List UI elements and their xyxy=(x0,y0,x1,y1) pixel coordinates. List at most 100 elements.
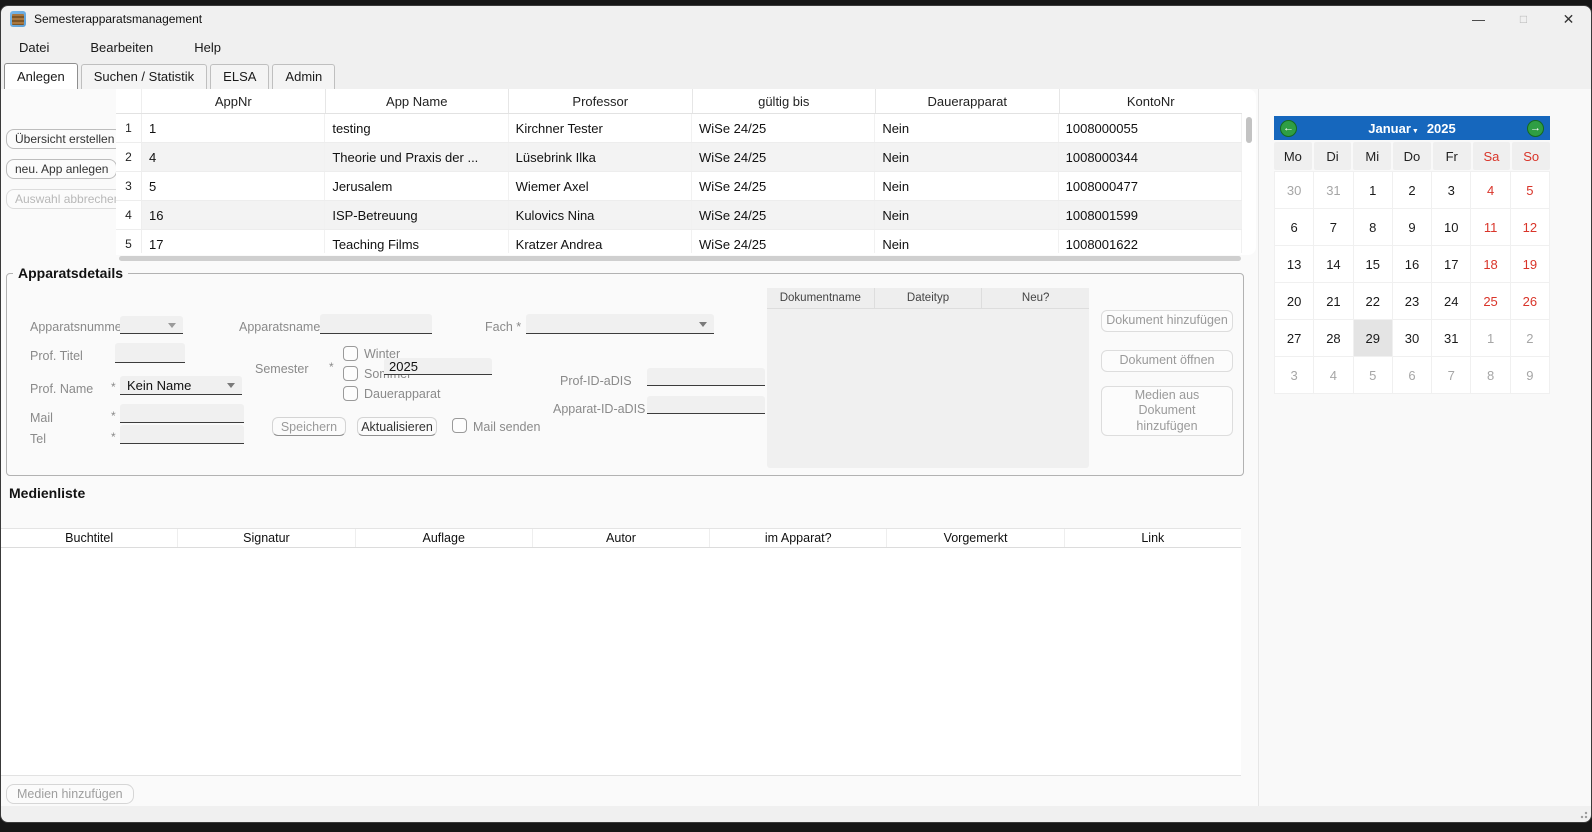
documents-table: DokumentnameDateitypNeu? xyxy=(767,288,1089,468)
calendar-day[interactable]: 8 xyxy=(1354,209,1393,246)
calendar-day[interactable]: 31 xyxy=(1314,172,1353,209)
calendar-day[interactable]: 7 xyxy=(1314,209,1353,246)
calendar-day-today[interactable]: 29 xyxy=(1354,320,1393,357)
row-number: 5 xyxy=(116,230,142,253)
calendar-day[interactable]: 16 xyxy=(1393,246,1432,283)
calendar-day[interactable]: 28 xyxy=(1314,320,1353,357)
calendar-day[interactable]: 5 xyxy=(1511,172,1550,209)
prof-titel-field[interactable] xyxy=(115,343,185,363)
calendar-day[interactable]: 26 xyxy=(1511,283,1550,320)
calendar-day[interactable]: 1 xyxy=(1354,172,1393,209)
apparat-id-adis-field[interactable] xyxy=(647,396,765,414)
menu-item-datei[interactable]: Datei xyxy=(5,36,63,59)
apps-horizontal-scrollbar[interactable] xyxy=(119,256,1241,261)
calendar-day[interactable]: 14 xyxy=(1314,246,1353,283)
calendar-year[interactable]: 2025 xyxy=(1427,121,1456,136)
tab-suchen-statistik[interactable]: Suchen / Statistik xyxy=(81,64,207,89)
calendar-day[interactable]: 5 xyxy=(1354,357,1393,394)
table-row[interactable]: 24Theorie und Praxis der ...Lüsebrink Il… xyxy=(116,143,1242,172)
calendar-next-icon[interactable]: → xyxy=(1527,120,1544,137)
calendar-day[interactable]: 27 xyxy=(1275,320,1314,357)
mail-label: Mail xyxy=(30,411,53,425)
row-number: 4 xyxy=(116,201,142,229)
table-cell: Jerusalem xyxy=(325,172,508,200)
close-icon[interactable]: ✕ xyxy=(1546,6,1591,32)
calendar-day[interactable]: 22 xyxy=(1354,283,1393,320)
table-row[interactable]: 11testingKirchner TesterWiSe 24/25Nein10… xyxy=(116,114,1242,143)
calendar-day[interactable]: 1 xyxy=(1471,320,1510,357)
calendar-day[interactable]: 6 xyxy=(1393,357,1432,394)
dokument-oeffnen-button[interactable]: Dokument öffnen xyxy=(1101,350,1233,372)
-bersicht-erstellen-button[interactable]: Übersicht erstellen xyxy=(6,129,123,149)
minimize-icon[interactable]: — xyxy=(1456,6,1501,32)
calendar-day[interactable]: 30 xyxy=(1275,172,1314,209)
calendar-day[interactable]: 2 xyxy=(1511,320,1550,357)
fach-dropdown[interactable] xyxy=(526,314,714,334)
calendar-day[interactable]: 4 xyxy=(1314,357,1353,394)
column-header: im Apparat? xyxy=(710,529,887,547)
calendar-day[interactable]: 30 xyxy=(1393,320,1432,357)
calendar-day[interactable]: 11 xyxy=(1471,209,1510,246)
calendar-day[interactable]: 13 xyxy=(1275,246,1314,283)
column-header: Link xyxy=(1065,529,1241,547)
table-cell: Nein xyxy=(875,143,1058,171)
calendar-day[interactable]: 24 xyxy=(1432,283,1471,320)
table-row[interactable]: 416ISP-BetreuungKulovics NinaWiSe 24/25N… xyxy=(116,201,1242,230)
apparatsname-field[interactable] xyxy=(320,314,432,334)
tab-admin[interactable]: Admin xyxy=(272,64,335,89)
tab-anlegen[interactable]: Anlegen xyxy=(4,63,78,89)
calendar-day[interactable]: 18 xyxy=(1471,246,1510,283)
calendar-day[interactable]: 20 xyxy=(1275,283,1314,320)
calendar-prev-icon[interactable]: ← xyxy=(1280,120,1297,137)
menu-item-bearbeiten[interactable]: Bearbeiten xyxy=(76,36,167,59)
table-cell: 1008000055 xyxy=(1059,114,1242,142)
calendar-day[interactable]: 8 xyxy=(1471,357,1510,394)
table-row[interactable]: 517Teaching FilmsKratzer AndreaWiSe 24/2… xyxy=(116,230,1242,253)
calendar-day[interactable]: 12 xyxy=(1511,209,1550,246)
apparatsname-label: Apparatsname * xyxy=(239,320,329,334)
aktualisieren-button[interactable]: Aktualisieren xyxy=(357,417,437,436)
prof-id-adis-field[interactable] xyxy=(647,368,765,386)
dokument-hinzufuegen-button[interactable]: Dokument hinzufügen xyxy=(1101,310,1233,332)
day-name-fr: Fr xyxy=(1433,142,1471,170)
mail-field[interactable] xyxy=(120,404,244,423)
prof-name-dropdown[interactable]: Kein Name xyxy=(120,376,242,395)
scrollbar-thumb[interactable] xyxy=(119,256,1241,261)
calendar-day[interactable]: 4 xyxy=(1471,172,1510,209)
table-cell: Teaching Films xyxy=(325,230,508,253)
tab-elsa[interactable]: ELSA xyxy=(210,64,269,89)
calendar-day[interactable]: 31 xyxy=(1432,320,1471,357)
menu-item-help[interactable]: Help xyxy=(180,36,235,59)
calendar-day[interactable]: 19 xyxy=(1511,246,1550,283)
semester-year-field[interactable] xyxy=(384,358,492,375)
dauerapparat-checkbox[interactable] xyxy=(343,386,358,401)
mail-senden-checkbox[interactable] xyxy=(452,418,467,433)
winter-checkbox[interactable] xyxy=(343,346,358,361)
calendar-month[interactable]: Januar xyxy=(1368,121,1411,136)
scrollbar-thumb[interactable] xyxy=(1246,117,1252,143)
calendar-day[interactable]: 25 xyxy=(1471,283,1510,320)
calendar-day[interactable]: 10 xyxy=(1432,209,1471,246)
calendar-day[interactable]: 21 xyxy=(1314,283,1353,320)
calendar-day[interactable]: 9 xyxy=(1393,209,1432,246)
calendar-day[interactable]: 23 xyxy=(1393,283,1432,320)
medien-aus-dokument-button[interactable]: Medien aus Dokument hinzufügen xyxy=(1101,386,1233,436)
sommer-checkbox[interactable] xyxy=(343,366,358,381)
maximize-icon[interactable]: □ xyxy=(1501,6,1546,32)
calendar-day[interactable]: 17 xyxy=(1432,246,1471,283)
apps-vertical-scrollbar[interactable] xyxy=(1246,115,1252,247)
apparatsnummer-dropdown[interactable] xyxy=(120,316,183,334)
neu-app-anlegen-button[interactable]: neu. App anlegen xyxy=(6,159,117,179)
calendar-day[interactable]: 9 xyxy=(1511,357,1550,394)
calendar-day[interactable]: 6 xyxy=(1275,209,1314,246)
table-row[interactable]: 35JerusalemWiemer AxelWiSe 24/25Nein1008… xyxy=(116,172,1242,201)
calendar-day[interactable]: 3 xyxy=(1275,357,1314,394)
calendar-day[interactable]: 15 xyxy=(1354,246,1393,283)
resize-grip-icon[interactable] xyxy=(1578,809,1588,819)
calendar-day[interactable]: 3 xyxy=(1432,172,1471,209)
day-name-mi: Mi xyxy=(1353,142,1391,170)
tel-field[interactable] xyxy=(120,425,244,444)
calendar-header: ← Januar ▼ 2025 → xyxy=(1274,116,1550,140)
calendar-day[interactable]: 7 xyxy=(1432,357,1471,394)
calendar-day[interactable]: 2 xyxy=(1393,172,1432,209)
